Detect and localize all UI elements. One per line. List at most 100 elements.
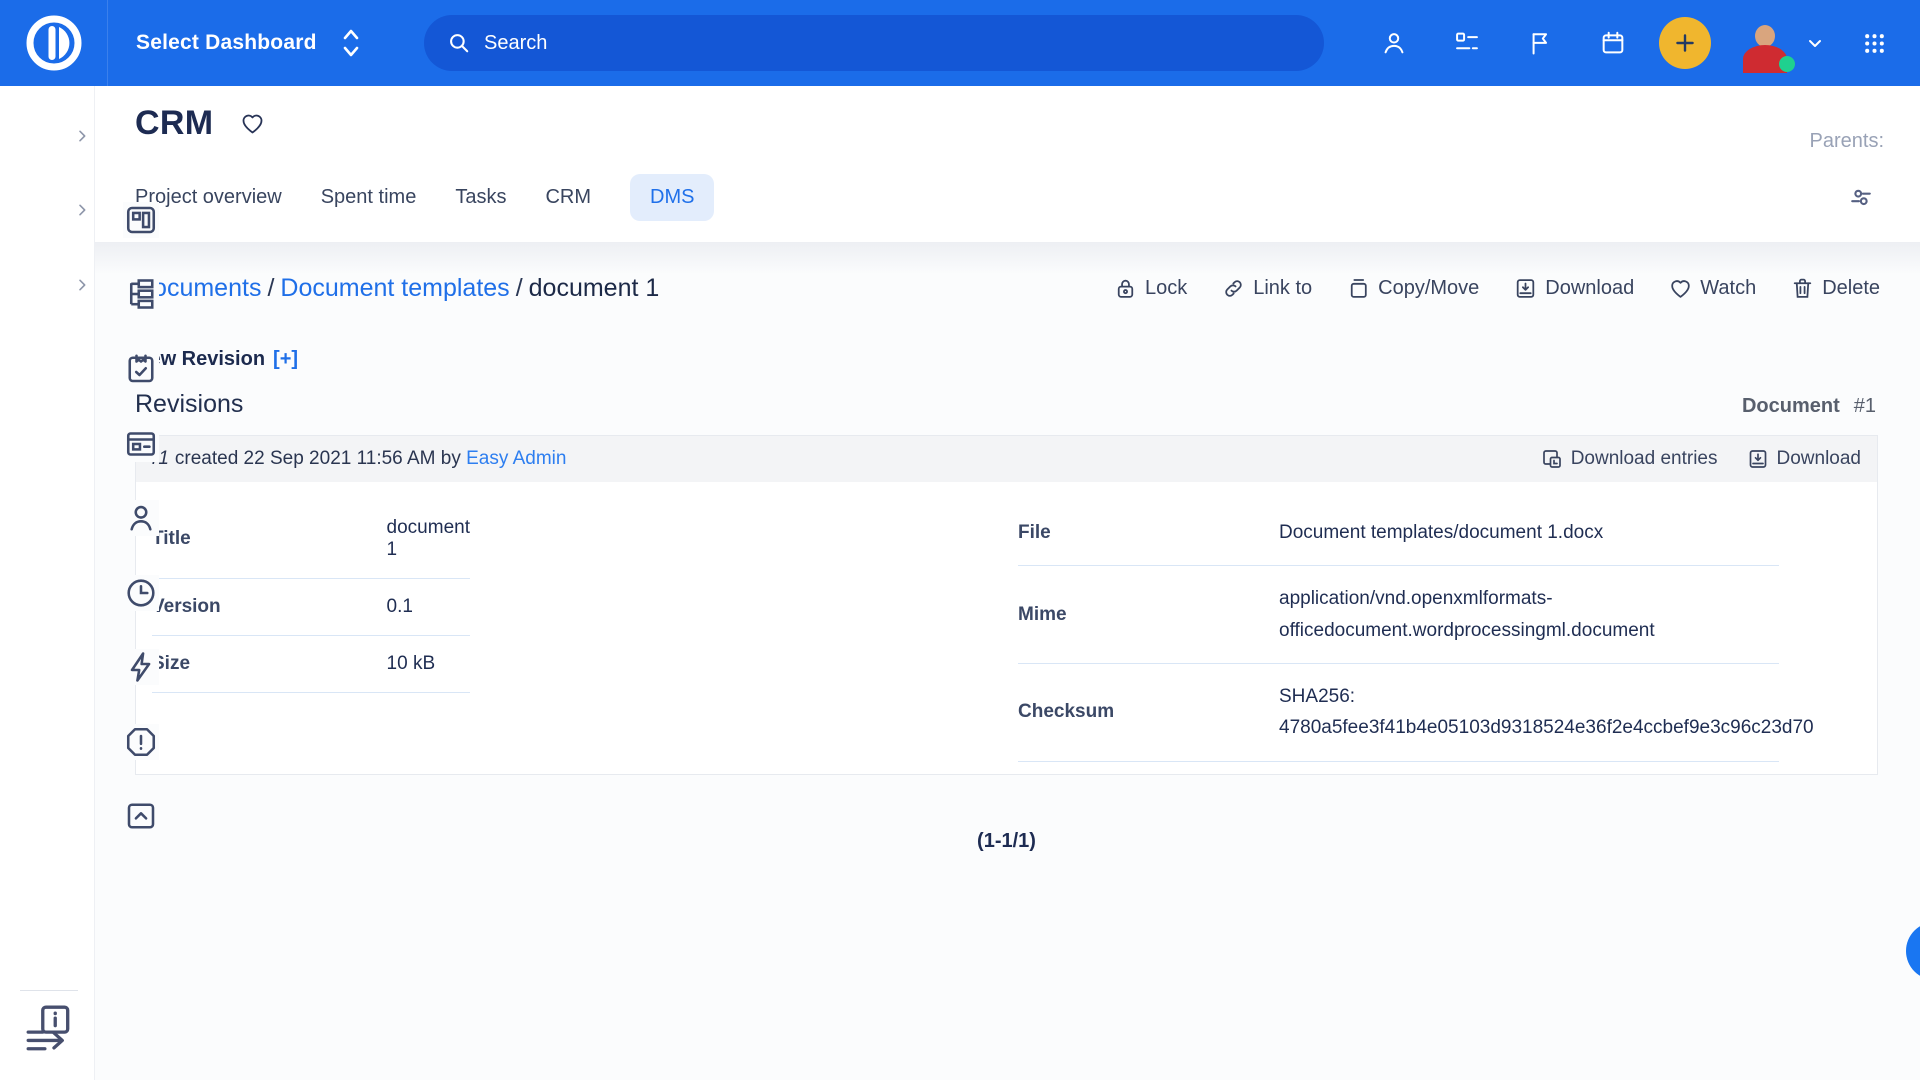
new-revision-button[interactable]: New Revision[+]: [135, 348, 298, 371]
revisions-heading: Revisions: [135, 390, 243, 419]
download-entries-button[interactable]: Download entries: [1540, 447, 1718, 471]
checksum-hex: 4780a5fee3f41b4e05103d9318524e36f2e4ccbe…: [1279, 712, 1779, 743]
document-type-label: Document: [1742, 395, 1840, 417]
sidebar-expand-button[interactable]: [22, 1002, 76, 1056]
heart-icon: [1668, 276, 1693, 301]
trash-icon: [1790, 276, 1815, 301]
file-label: File: [1018, 500, 1279, 566]
revision-panel: r1created 22 Sep 2021 11:56 AM by Easy A…: [135, 435, 1878, 775]
sliders-icon: [1846, 182, 1876, 212]
main-content: CRM Parents: Project overview Spent time…: [95, 86, 1920, 1080]
size-value: 10 kB: [387, 636, 470, 693]
sidebar-item-users[interactable]: [0, 414, 95, 454]
table-row: Title document 1: [152, 500, 470, 579]
app-logo[interactable]: [0, 0, 108, 86]
chevron-right-icon[interactable]: [74, 202, 90, 218]
alert-octagon-icon: [123, 724, 159, 760]
calendar-icon[interactable]: [1599, 29, 1627, 57]
revision-author-link[interactable]: Easy Admin: [466, 448, 566, 469]
floating-action-button[interactable]: [1906, 922, 1920, 980]
table-row: Size 10 kB: [152, 636, 470, 693]
checksum-value: SHA256: 4780a5fee3f41b4e05103d9318524e36…: [1279, 664, 1779, 762]
sidebar-item-time[interactable]: [0, 489, 95, 529]
tab-dms[interactable]: DMS: [630, 174, 714, 221]
chevron-down-icon[interactable]: [1803, 31, 1827, 55]
sidebar-item-dashboards[interactable]: [0, 116, 95, 156]
favorite-heart-icon[interactable]: [239, 110, 266, 137]
online-status-dot: [1779, 56, 1795, 72]
table-row: Version 0.1: [152, 579, 470, 636]
sidebar-item-activity[interactable]: [0, 563, 95, 603]
details-table-left: Title document 1 Version 0.1 Size 10 kB: [152, 500, 470, 693]
watch-label: Watch: [1700, 277, 1756, 300]
add-button[interactable]: [1659, 17, 1711, 69]
watch-button[interactable]: Watch: [1668, 276, 1756, 301]
user-icon[interactable]: [1380, 29, 1408, 57]
header-shadow: [95, 242, 1920, 278]
parents-label: Parents:: [1810, 130, 1884, 153]
sidebar-item-alerts[interactable]: [0, 638, 95, 678]
filters-settings-button[interactable]: [1846, 182, 1876, 212]
document-number: Document#1: [1742, 395, 1876, 418]
lock-button[interactable]: Lock: [1113, 276, 1187, 301]
search-placeholder: Search: [484, 32, 547, 55]
download-entries-icon: [1540, 447, 1564, 471]
clock-icon: [123, 575, 159, 611]
select-dashboard-button[interactable]: Select Dashboard: [136, 26, 363, 60]
tab-crm[interactable]: CRM: [545, 174, 591, 221]
breadcrumb-separator: /: [510, 274, 529, 302]
chevron-right-icon[interactable]: [74, 277, 90, 293]
hierarchy-icon: [123, 276, 159, 312]
sidebar-item-collapse-up[interactable]: [0, 712, 95, 752]
tab-spent-time[interactable]: Spent time: [321, 174, 417, 221]
size-label: Size: [152, 636, 387, 693]
document-actions: Lock Link to Copy/Move Download: [1079, 276, 1880, 301]
select-dashboard-label: Select Dashboard: [136, 31, 317, 55]
download-icon: [1513, 276, 1538, 301]
sidebar-item-tasks[interactable]: [0, 265, 95, 305]
lightning-icon: [123, 649, 159, 685]
download-label: Download: [1777, 448, 1862, 470]
sidebar-item-modules[interactable]: [0, 340, 95, 380]
revision-header-bar: r1created 22 Sep 2021 11:56 AM by Easy A…: [136, 436, 1877, 482]
copy-move-button[interactable]: Copy/Move: [1346, 276, 1479, 301]
revision-download-button[interactable]: Download: [1746, 447, 1862, 471]
user-avatar[interactable]: [1737, 15, 1793, 71]
chevron-right-icon[interactable]: [74, 128, 90, 144]
download-icon: [1746, 447, 1770, 471]
table-row: Mime application/vnd.openxmlformats-offi…: [1018, 566, 1779, 664]
download-entries-label: Download entries: [1571, 448, 1718, 470]
browser-card-icon: [123, 426, 159, 462]
apps-grid-icon[interactable]: [1861, 30, 1888, 57]
clipboard-check-icon: [123, 351, 159, 387]
details-table-right: File Document templates/document 1.docx …: [1018, 500, 1779, 762]
version-value: 0.1: [387, 579, 470, 636]
copy-icon: [1346, 276, 1371, 301]
breadcrumb-separator: /: [261, 274, 280, 302]
copy-move-label: Copy/Move: [1378, 277, 1479, 300]
breadcrumb-link-document-templates[interactable]: Document templates: [280, 274, 509, 302]
checksum-algo: SHA256:: [1279, 686, 1355, 707]
checklist-icon[interactable]: [1453, 29, 1481, 57]
mime-value: application/vnd.openxmlformats-officedoc…: [1279, 566, 1779, 664]
info-expand-icon: [22, 1002, 76, 1056]
flag-icon[interactable]: [1526, 29, 1554, 57]
breadcrumb-current: document 1: [529, 274, 660, 302]
search-input[interactable]: Search: [424, 15, 1324, 71]
tab-tasks[interactable]: Tasks: [455, 174, 506, 221]
file-value: Document templates/document 1.docx: [1279, 500, 1779, 566]
mime-label: Mime: [1018, 566, 1279, 664]
download-button[interactable]: Download: [1513, 276, 1634, 301]
link-to-button[interactable]: Link to: [1221, 276, 1312, 301]
search-icon: [446, 30, 472, 56]
user-icon: [123, 500, 159, 536]
download-label: Download: [1545, 277, 1634, 300]
delete-button[interactable]: Delete: [1790, 276, 1880, 301]
left-sidebar: [0, 86, 95, 1080]
pagination-label: (1-1/1): [135, 830, 1878, 853]
plus-icon: [1672, 30, 1698, 56]
table-row: Checksum SHA256: 4780a5fee3f41b4e05103d9…: [1018, 664, 1779, 762]
revision-details: Title document 1 Version 0.1 Size 10 kB …: [136, 482, 1877, 774]
title-value: document 1: [387, 500, 470, 579]
sidebar-item-hierarchy[interactable]: [0, 190, 95, 230]
